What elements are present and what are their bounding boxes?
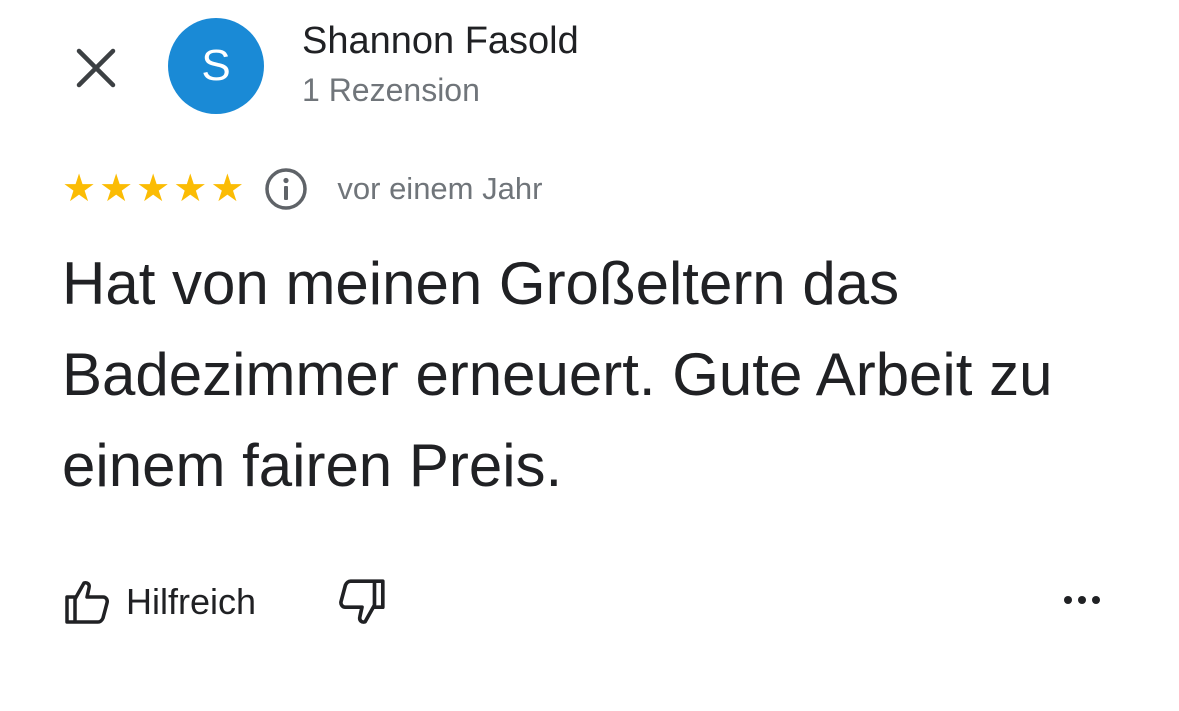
star-icon: ★ — [136, 168, 171, 210]
review-count: 1 Rezension — [302, 72, 480, 108]
review-actions: Hilfreich — [62, 572, 388, 632]
review-text: Hat von meinen Großeltern das Badezimmer… — [62, 250, 1053, 499]
close-icon — [76, 48, 116, 88]
avatar[interactable]: S — [168, 18, 264, 114]
helpful-button[interactable]: Hilfreich — [62, 577, 256, 627]
review-detail-page: S Shannon Fasold 1 Rezension ★ ★ ★ ★ ★ vor e… — [0, 0, 1179, 711]
author-name[interactable]: Shannon Fasold — [302, 20, 579, 63]
dislike-button[interactable] — [336, 576, 388, 628]
avatar-initial: S — [201, 41, 231, 90]
helpful-label: Hilfreich — [126, 581, 257, 622]
rating-row: ★ ★ ★ ★ ★ vor einem Jahr — [62, 164, 542, 214]
thumbs-up-icon — [65, 581, 109, 624]
star-icon: ★ — [173, 168, 208, 210]
star-rating: ★ ★ ★ ★ ★ — [62, 170, 247, 208]
star-icon: ★ — [210, 168, 245, 210]
more-options-button[interactable] — [1056, 580, 1108, 620]
close-button[interactable] — [70, 42, 122, 94]
star-icon: ★ — [62, 168, 97, 210]
review-date: vor einem Jahr — [337, 171, 543, 206]
info-icon — [265, 168, 308, 210]
info-button[interactable] — [263, 166, 309, 212]
more-horizontal-icon — [1064, 596, 1100, 604]
star-icon: ★ — [99, 168, 134, 210]
thumbs-down-icon — [339, 579, 385, 624]
